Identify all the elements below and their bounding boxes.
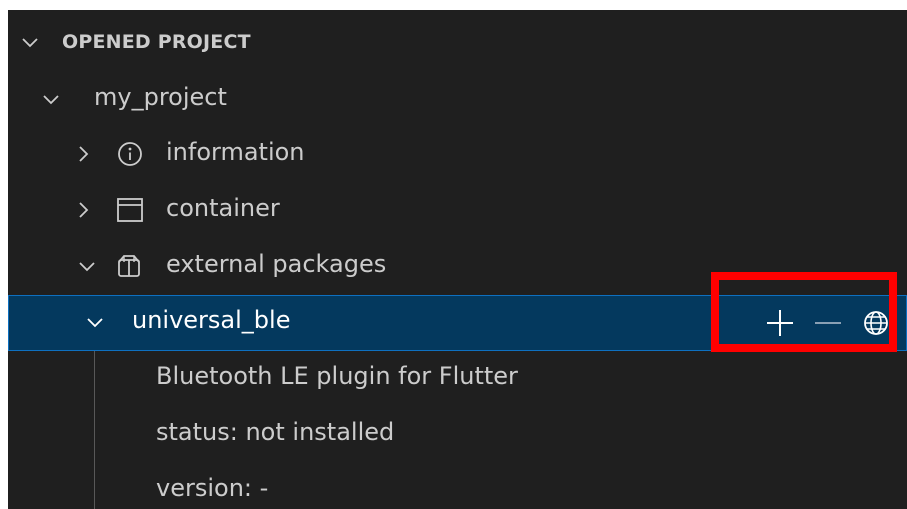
add-button[interactable] [763,306,797,340]
explorer-panel: OPENED PROJECT my_project information co… [8,10,907,509]
tree-item-version[interactable]: version: - [8,463,907,509]
tree-item-label: version: - [156,474,269,502]
chevron-down-icon [87,318,103,328]
window-icon [117,198,143,222]
chevron-down-icon [22,38,38,48]
chevron-right-icon [79,202,89,218]
tree-item-label: Bluetooth LE plugin for Flutter [156,362,518,390]
tree-item-label: status: not installed [156,418,395,446]
tree-item-label: universal_ble [132,306,291,334]
tree-item-label: container [166,194,280,222]
chevron-down-icon [79,262,95,272]
tree-item-external-packages[interactable]: external packages [8,239,907,295]
tree-item-label: my_project [94,83,227,111]
tree-item-my-project[interactable]: my_project [8,72,907,128]
add-icon [767,310,793,336]
tree-item-label: external packages [166,250,387,278]
tree-item-information[interactable]: information [8,127,907,183]
remove-button[interactable] [811,306,845,340]
section-title: OPENED PROJECT [62,31,251,53]
tree-item-label: information [166,138,305,166]
info-icon [118,142,142,166]
tree-item-universal-ble[interactable]: universal_ble [8,295,907,351]
tree-item-container[interactable]: container [8,183,907,239]
tree-item-status[interactable]: status: not installed [8,407,907,463]
inline-actions [763,295,893,351]
remove-icon [815,322,841,324]
open-web-button[interactable] [859,306,893,340]
chevron-right-icon [79,146,89,162]
chevron-down-icon [43,95,59,105]
package-icon [118,255,140,277]
section-header-opened-project[interactable]: OPENED PROJECT [8,22,907,64]
globe-icon [864,311,888,335]
tree-item-description[interactable]: Bluetooth LE plugin for Flutter [8,351,907,407]
